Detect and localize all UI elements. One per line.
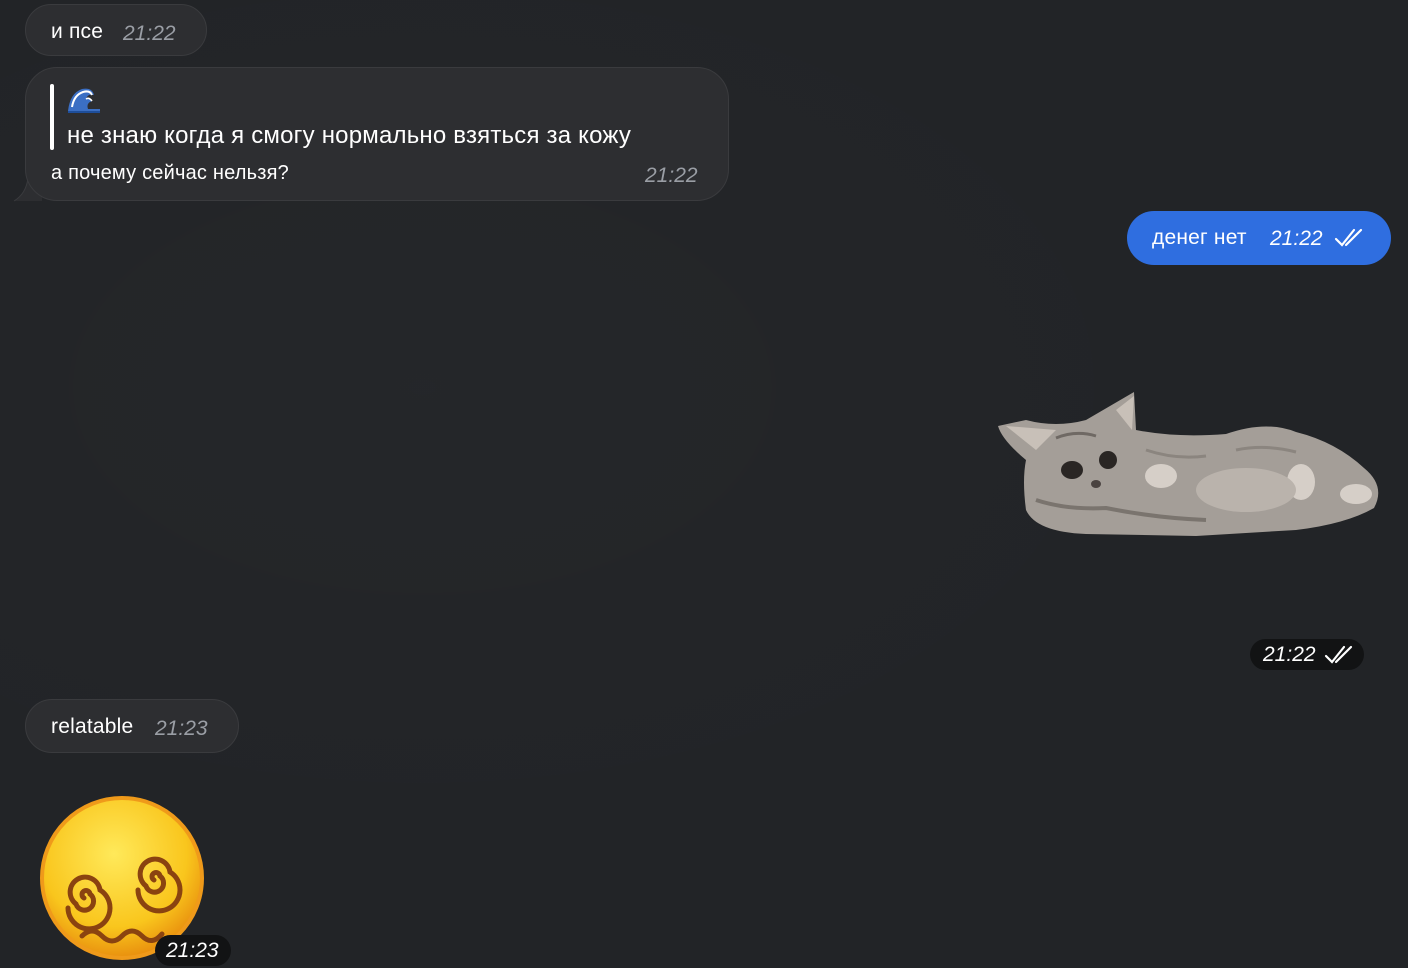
read-checkmarks-icon — [1324, 645, 1353, 664]
reply-quote-bar — [50, 84, 54, 150]
outgoing-message[interactable]: денег нет 21:22 — [1127, 211, 1391, 265]
message-time: 21:23 — [155, 717, 208, 740]
message-time: 21:22 — [123, 22, 176, 45]
message-text: а почему сейчас нельзя? — [51, 162, 289, 184]
lying-kitten-sticker[interactable] — [996, 390, 1384, 540]
incoming-message[interactable]: и псе 21:22 — [25, 4, 207, 56]
incoming-reply-message[interactable]: не знаю когда я смогу нормально взяться … — [25, 67, 729, 201]
message-time: 21:22 — [1263, 643, 1316, 666]
reply-text: не знаю когда я смогу нормально взяться … — [67, 122, 632, 149]
message-text: денег нет — [1152, 226, 1247, 249]
wave-emoji-icon — [68, 88, 100, 113]
message-time: 21:23 — [166, 939, 219, 962]
incoming-message[interactable]: relatable 21:23 — [25, 699, 239, 753]
message-time: 21:22 — [645, 164, 698, 187]
message-time: 21:22 — [1270, 227, 1323, 250]
sticker-time-badge: 21:23 — [155, 935, 231, 966]
message-text: и псе — [51, 20, 104, 43]
sticker-time-badge: 21:22 — [1250, 639, 1364, 670]
read-checkmarks-icon — [1334, 228, 1363, 247]
chat-view: и псе 21:22 не знаю когда я смогу нормал… — [0, 0, 1408, 968]
message-text: relatable — [51, 715, 134, 738]
